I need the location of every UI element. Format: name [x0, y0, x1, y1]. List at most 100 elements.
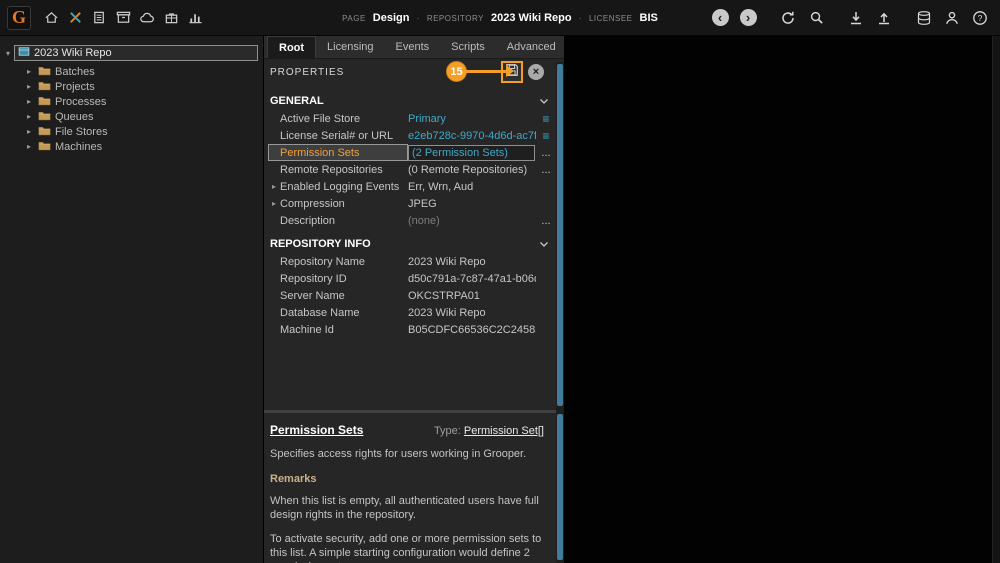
expander-icon[interactable]: ▸ [24, 82, 34, 91]
prop-value[interactable]: (2 Permission Sets) [408, 145, 536, 161]
ellipsis-button[interactable]: ... [536, 147, 556, 159]
prop-row-permission-sets[interactable]: Permission Sets (2 Permission Sets) ... [264, 144, 556, 161]
prop-row-repository-id[interactable]: Repository ID d50c791a-7c87-47a1-b06d-..… [264, 270, 556, 287]
sidebar-item-processes[interactable]: ▸ Processes [0, 94, 263, 109]
menu-icon[interactable]: ≡ [536, 112, 556, 126]
download-icon[interactable] [844, 5, 868, 31]
type-link[interactable]: Permission Set[] [464, 425, 544, 437]
upload-icon[interactable] [872, 5, 896, 31]
prop-row-repository-name[interactable]: Repository Name 2023 Wiki Repo [264, 253, 556, 270]
prop-name: Description [280, 215, 335, 227]
expander-icon[interactable]: ▸ [268, 182, 280, 191]
section-general[interactable]: GENERAL [264, 91, 556, 110]
prop-value-editor[interactable]: (2 Permission Sets) [408, 145, 535, 161]
tree-item-label: Machines [55, 141, 102, 153]
close-icon[interactable]: × [528, 64, 544, 80]
properties-header: PROPERTIES 15 × [264, 59, 556, 85]
help-title: Permission Sets [270, 423, 363, 437]
ellipsis-button[interactable]: ... [536, 215, 556, 227]
prop-row-remote-repositories[interactable]: Remote Repositories (0 Remote Repositori… [264, 161, 556, 178]
account-icon[interactable] [940, 5, 964, 31]
prop-name: License Serial# or URL [280, 130, 393, 142]
prop-row-active-file-store[interactable]: Active File Store Primary ≡ [264, 110, 556, 127]
window-scrollbar-track[interactable] [992, 36, 1000, 563]
expander-down-icon[interactable]: ▾ [2, 49, 14, 58]
prop-value[interactable]: e2eb728c-9970-4d6d-ac7f-... [408, 130, 536, 142]
section-repository-info[interactable]: REPOSITORY INFO [264, 234, 556, 253]
tab-events[interactable]: Events [385, 36, 441, 58]
prop-value[interactable]: OKCSTRPA01 [408, 290, 536, 302]
prop-row-server-name[interactable]: Server Name OKCSTRPA01 [264, 287, 556, 304]
sidebar-item-machines[interactable]: ▸ Machines [0, 139, 263, 154]
section-title: GENERAL [270, 95, 324, 107]
help-type: Type: Permission Set[] [434, 425, 544, 437]
type-label: Type: [434, 425, 461, 437]
scrollbar-thumb[interactable] [557, 414, 563, 560]
prop-name-cell: ▸ Enabled Logging Events [268, 178, 408, 195]
sidebar-tree: ▾ 2023 Wiki Repo ▸ Batches ▸ Projects ▸ … [0, 36, 264, 563]
prop-value[interactable]: d50c791a-7c87-47a1-b06d-... [408, 273, 536, 285]
folder-icon [38, 110, 51, 124]
help-icon[interactable]: ? [968, 5, 992, 31]
design-tools-icon[interactable] [63, 5, 87, 31]
separator-dot: · [579, 13, 582, 24]
tab-scripts[interactable]: Scripts [440, 36, 496, 58]
prop-value[interactable]: Err, Wrn, Aud [408, 181, 536, 193]
expander-icon[interactable]: ▸ [24, 67, 34, 76]
tab-root[interactable]: Root [267, 36, 316, 58]
batches-icon[interactable] [87, 5, 111, 31]
prop-value[interactable]: B05CDFC66536C2C24585F... [408, 324, 536, 336]
prop-row-compression[interactable]: ▸ Compression JPEG [264, 195, 556, 212]
sidebar-item-projects[interactable]: ▸ Projects [0, 79, 263, 94]
prop-row-license-serial-or-url[interactable]: License Serial# or URL e2eb728c-9970-4d6… [264, 127, 556, 144]
menu-icon[interactable]: ≡ [536, 129, 556, 143]
prop-name: Repository ID [280, 273, 347, 285]
sidebar-item-batches[interactable]: ▸ Batches [0, 64, 263, 79]
prop-value[interactable]: (0 Remote Repositories) [408, 164, 536, 176]
topbar: G PAGE Design · REPOSITORY 2023 Wiki Rep… [0, 0, 1000, 36]
prop-row-machine-id[interactable]: Machine Id B05CDFC66536C2C24585F... [264, 321, 556, 338]
prop-row-database-name[interactable]: Database Name 2023 Wiki Repo [264, 304, 556, 321]
home-icon[interactable] [39, 5, 63, 31]
expander-icon[interactable]: ▸ [24, 127, 34, 136]
prop-value[interactable]: Primary [408, 113, 536, 125]
folder-icon [38, 80, 51, 94]
prop-value[interactable]: 2023 Wiki Repo [408, 256, 536, 268]
scrollbar-thumb[interactable] [557, 64, 563, 406]
tab-advanced[interactable]: Advanced [496, 36, 567, 58]
sidebar-root-row[interactable]: ▾ 2023 Wiki Repo [2, 45, 258, 61]
prop-row-enabled-logging-events[interactable]: ▸ Enabled Logging Events Err, Wrn, Aud [264, 178, 556, 195]
layers-icon[interactable] [912, 5, 936, 31]
stats-icon[interactable] [183, 5, 207, 31]
imports-icon[interactable] [159, 5, 183, 31]
nav-forward-icon[interactable]: › [736, 5, 760, 31]
expander-icon[interactable]: ▸ [24, 97, 34, 106]
tab-licensing[interactable]: Licensing [316, 36, 384, 58]
ellipsis-button[interactable]: ... [536, 164, 556, 176]
sidebar-item-queues[interactable]: ▸ Queues [0, 109, 263, 124]
sidebar-root-selection[interactable]: 2023 Wiki Repo [14, 45, 258, 61]
app-window: G PAGE Design · REPOSITORY 2023 Wiki Rep… [0, 0, 1000, 563]
prop-value[interactable]: 2023 Wiki Repo [408, 307, 536, 319]
licensee-value: BIS [640, 12, 658, 24]
prop-value[interactable]: JPEG [408, 198, 536, 210]
chevron-down-icon[interactable] [539, 240, 549, 248]
repository-label: REPOSITORY [427, 14, 484, 23]
chevron-down-icon[interactable] [539, 97, 549, 105]
expander-icon[interactable]: ▸ [268, 199, 280, 208]
archive-icon[interactable] [111, 5, 135, 31]
expander-icon[interactable]: ▸ [24, 112, 34, 121]
nav-back-icon[interactable]: ‹ [708, 5, 732, 31]
expander-icon[interactable]: ▸ [24, 142, 34, 151]
remarks-title: Remarks [270, 473, 544, 485]
refresh-icon[interactable] [776, 5, 800, 31]
sidebar-item-file-stores[interactable]: ▸ File Stores [0, 124, 263, 139]
remarks-paragraph: When this list is empty, all authenticat… [270, 494, 544, 523]
prop-name-cell: License Serial# or URL [268, 127, 408, 144]
prop-row-description[interactable]: Description (none) ... [264, 212, 556, 229]
cloud-icon[interactable] [135, 5, 159, 31]
properties-scrollbar-track[interactable] [556, 62, 564, 563]
prop-value[interactable]: (none) [408, 215, 536, 227]
annotation-step-badge: 15 [446, 61, 467, 82]
search-icon[interactable] [804, 5, 828, 31]
